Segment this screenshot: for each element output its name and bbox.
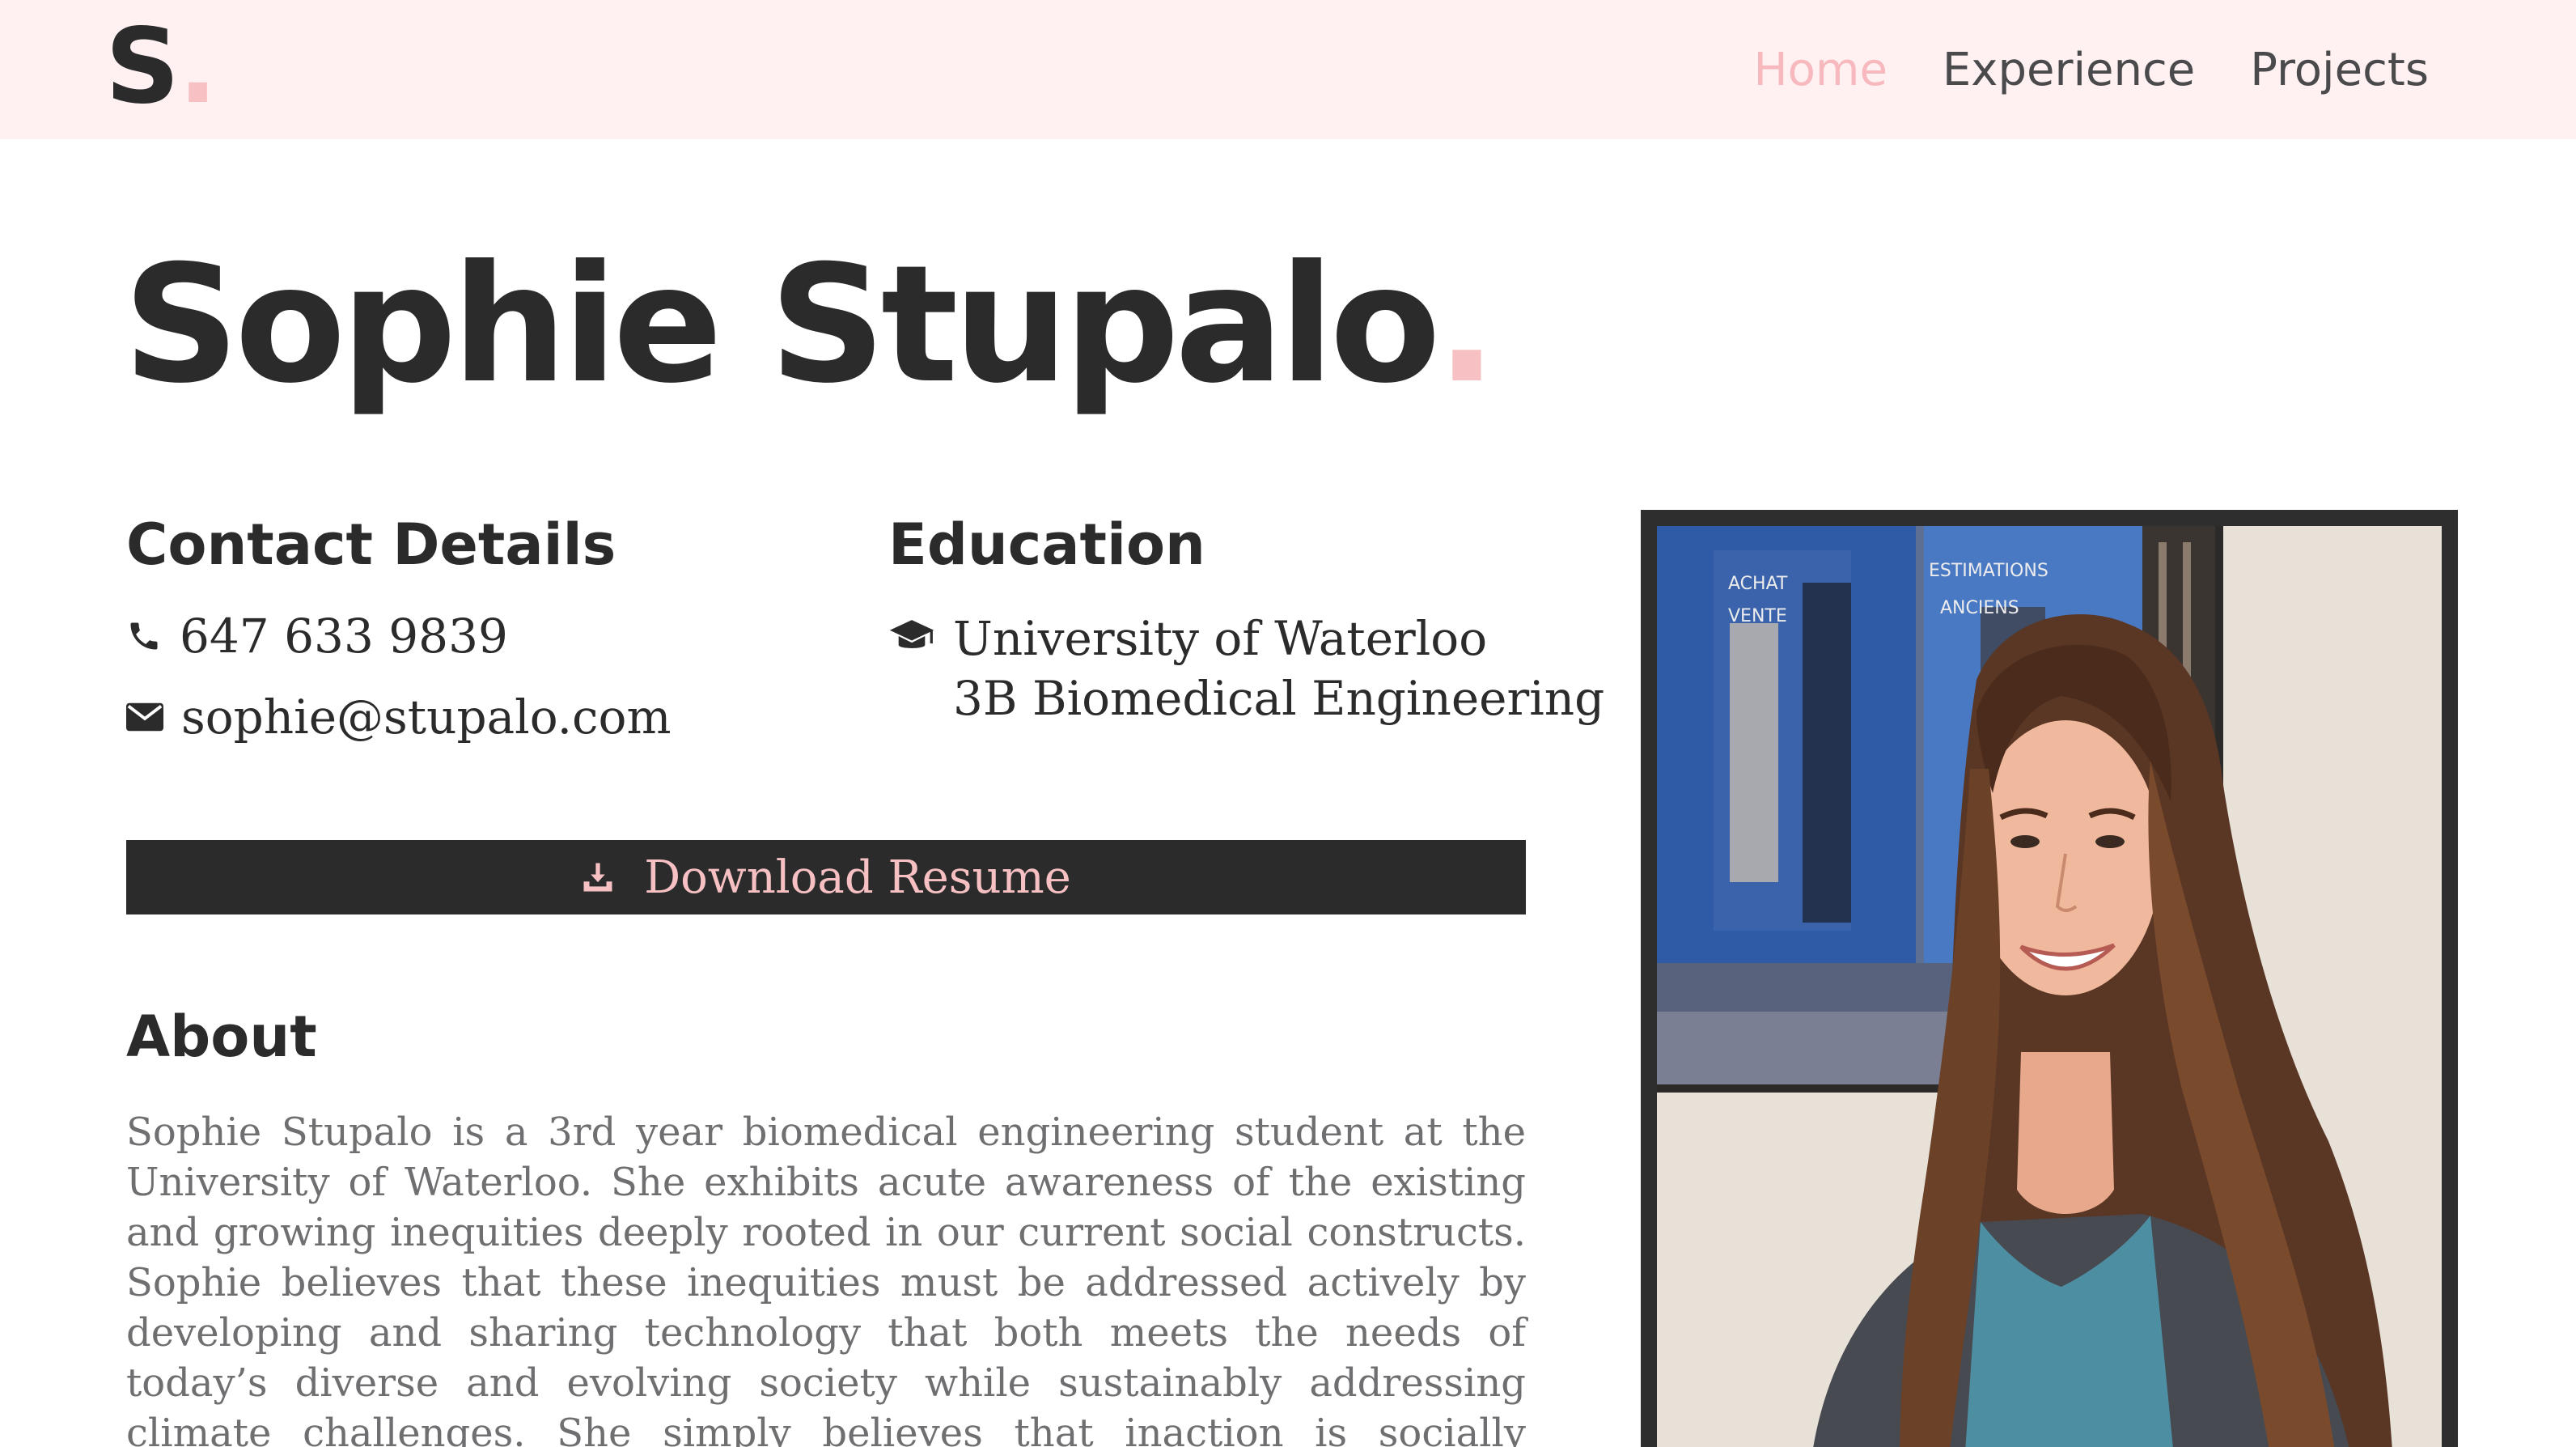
- portrait-illustration: ACHAT VENTE ESTIMATIONS ANCIENS: [1657, 526, 2442, 1447]
- envelope-icon: [126, 702, 163, 732]
- download-resume-button[interactable]: Download Resume: [126, 840, 1526, 914]
- contact-phone-row: 647 633 9839: [126, 604, 508, 668]
- sign-vente: VENTE: [1728, 606, 1787, 626]
- phone-icon: [130, 622, 158, 650]
- education-details: University of Waterloo 3B Biomedical Eng…: [888, 609, 1604, 728]
- top-navbar: S. Home Experience Projects: [0, 0, 2576, 139]
- nav-links: Home Experience Projects: [1754, 0, 2429, 139]
- site-logo[interactable]: S.: [105, 6, 218, 128]
- download-resume-label: Download Resume: [644, 851, 1071, 904]
- profile-photo: ACHAT VENTE ESTIMATIONS ANCIENS: [1657, 526, 2442, 1447]
- graduation-cap-icon: [889, 620, 934, 648]
- page-title: Sophie Stupalo.: [123, 228, 1498, 422]
- nav-link-home[interactable]: Home: [1754, 44, 1888, 96]
- phone-link[interactable]: 647 633 9839: [180, 609, 508, 664]
- sign-estimations: ESTIMATIONS: [1929, 561, 2049, 581]
- logo-dot: .: [178, 6, 218, 127]
- sign-achat: ACHAT: [1728, 574, 1788, 594]
- about-heading: About: [126, 1004, 317, 1070]
- education-heading: Education: [888, 511, 1205, 578]
- contact-email-row: sophie@stupalo.com: [126, 685, 671, 749]
- email-link[interactable]: sophie@stupalo.com: [181, 690, 671, 745]
- profile-photo-frame: ACHAT VENTE ESTIMATIONS ANCIENS: [1641, 510, 2458, 1447]
- about-paragraph: Sophie Stupalo is a 3rd year biomedical …: [126, 1110, 1526, 1447]
- download-icon: [583, 863, 612, 892]
- education-text: University of Waterloo 3B Biomedical Eng…: [953, 609, 1604, 728]
- nav-link-experience[interactable]: Experience: [1943, 44, 2195, 96]
- logo-letter: S: [105, 6, 180, 127]
- education-program: 3B Biomedical Engineering: [953, 671, 1605, 726]
- nav-link-projects[interactable]: Projects: [2250, 44, 2429, 96]
- hero-name: Sophie Stupalo: [123, 231, 1441, 419]
- sign-anciens: ANCIENS: [1940, 598, 2019, 618]
- contact-heading: Contact Details: [126, 511, 616, 578]
- hero-dot: .: [1435, 231, 1498, 419]
- education-school: University of Waterloo: [953, 611, 1488, 666]
